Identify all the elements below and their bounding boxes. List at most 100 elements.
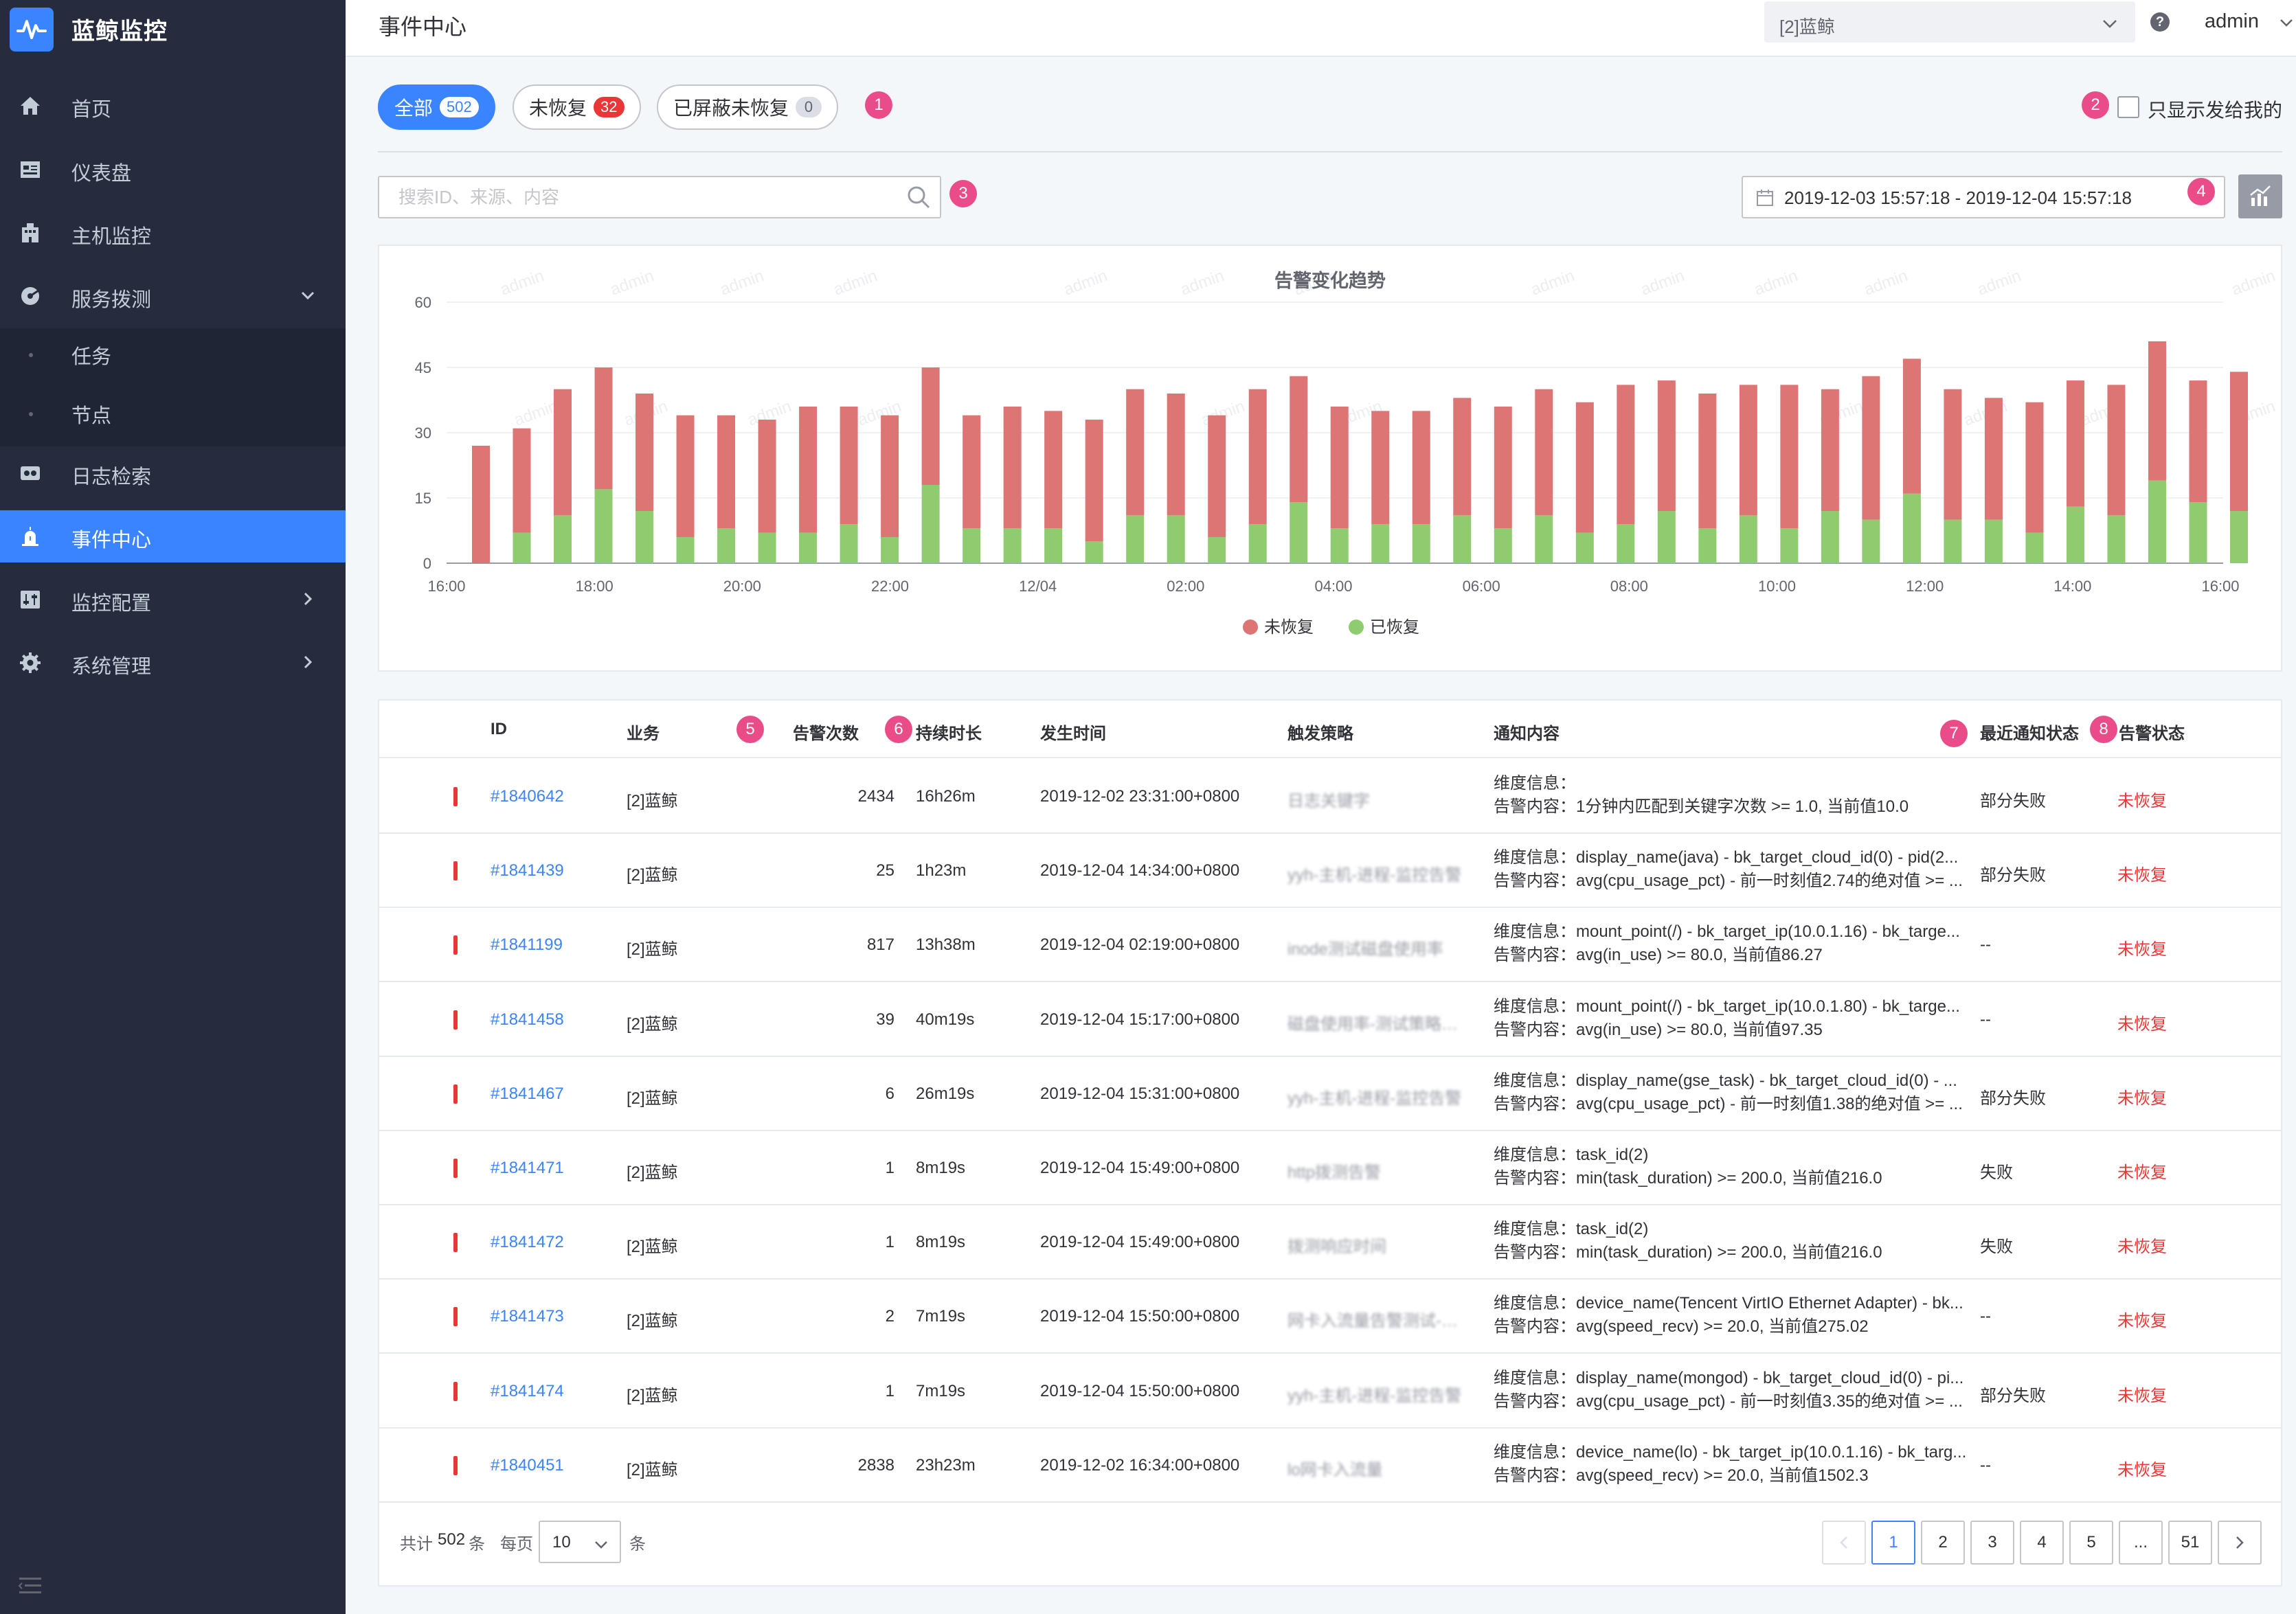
help-icon[interactable]: ? — [2150, 12, 2170, 32]
event-id-link[interactable]: #1841199 — [491, 935, 563, 955]
business-cell: [2]蓝鲸 — [627, 1460, 678, 1479]
watermark: admin — [1752, 266, 1801, 299]
policy-cell[interactable]: 拨测响应时间 — [1287, 1233, 1466, 1257]
sidebar-item-monitor-config[interactable]: 监控配置 — [0, 573, 346, 626]
sidebar-item-event-center[interactable]: 事件中心 — [0, 510, 346, 562]
sidebar-subitem-tasks[interactable]: 任务 — [0, 328, 346, 387]
logo-icon — [10, 7, 54, 52]
table-row[interactable]: #1841199 [2]蓝鲸 817 13h38m 2019-12-04 02:19:0… — [379, 908, 2281, 983]
chart-toggle-button[interactable] — [2238, 174, 2282, 218]
time-cell: 2019-12-02 16:34:00+0800 — [1040, 1455, 1240, 1475]
tab-label: 已屏蔽未恢复 — [673, 98, 789, 119]
column-header[interactable]: 告警次数 — [793, 720, 859, 744]
policy-cell[interactable]: yyh-主机-进程-监控告警 — [1287, 1084, 1466, 1109]
page-button[interactable]: 51 — [2168, 1521, 2212, 1565]
sidebar-item-home[interactable]: 首页 — [0, 80, 346, 132]
search-icon[interactable] — [905, 184, 932, 210]
alarm-status-cell: 未恢复 — [2117, 866, 2167, 885]
event-id-link[interactable]: #1841474 — [491, 1382, 564, 1401]
bar-unrecovered — [1739, 385, 1757, 516]
user-menu[interactable]: admin — [2205, 10, 2259, 33]
date-range-picker[interactable]: 2019-12-03 15:57:18 - 2019-12-04 15:57:1… — [1742, 176, 2225, 218]
column-header[interactable]: 最近通知状态 — [1980, 720, 2079, 744]
column-header[interactable]: 告警状态 — [2119, 720, 2185, 744]
duration-cell: 40m19s — [916, 1010, 975, 1029]
column-header[interactable]: 持续时长 — [916, 720, 982, 744]
business-cell: [2]蓝鲸 — [627, 1386, 678, 1405]
sidebar-item-service-probe[interactable]: 服务拨测 — [0, 270, 346, 322]
step-marker: 6 — [885, 716, 912, 743]
policy-cell[interactable]: lo网卡入流量 — [1287, 1456, 1466, 1480]
sidebar-item-system-admin[interactable]: 系统管理 — [0, 637, 346, 689]
only-mine-checkbox[interactable] — [2117, 96, 2139, 118]
event-id-link[interactable]: #1841467 — [491, 1084, 564, 1104]
table-row[interactable]: #1840642 [2]蓝鲸 2434 16h26m 2019-12-02 23:31:… — [379, 760, 2281, 834]
page-button[interactable]: 4 — [2020, 1521, 2064, 1565]
search-input[interactable] — [378, 176, 941, 218]
column-header[interactable]: 业务 — [627, 720, 660, 744]
table-row[interactable]: #1841472 [2]蓝鲸 1 8m19s 2019-12-04 15:49:00+0… — [379, 1205, 2281, 1280]
column-header[interactable]: 通知内容 — [1494, 720, 1560, 744]
event-id-link[interactable]: #1841472 — [491, 1233, 564, 1252]
page-button[interactable]: 1 — [1871, 1521, 1915, 1565]
business-cell: [2]蓝鲸 — [627, 1089, 678, 1108]
sidebar-subitem-nodes[interactable]: 节点 — [0, 387, 346, 446]
only-mine-label[interactable]: 只显示发给我的 — [2148, 95, 2282, 123]
sidebar-item-log-search[interactable]: 日志检索 — [0, 447, 346, 499]
business-select[interactable]: [2]蓝鲸 — [1764, 1, 2135, 43]
event-id-link[interactable]: #1840642 — [491, 787, 564, 806]
event-id-link[interactable]: #1840451 — [491, 1456, 564, 1475]
alarm-status-cell: 未恢复 — [2117, 1312, 2167, 1331]
table-row[interactable]: #1841439 [2]蓝鲸 25 1h23m 2019-12-04 14:34:00+… — [379, 834, 2281, 909]
event-id-link[interactable]: #1841458 — [491, 1010, 564, 1030]
tab-all[interactable]: 全部 502 — [378, 84, 495, 130]
page-size-select[interactable]: 10 — [539, 1521, 621, 1563]
app-name: 蓝鲸监控 — [71, 19, 168, 45]
time-cell: 2019-12-02 23:31:00+0800 — [1040, 787, 1240, 806]
tab-unrecovered[interactable]: 未恢复 32 — [513, 84, 641, 130]
table-row[interactable]: #1841458 [2]蓝鲸 39 40m19s 2019-12-04 15:17:00… — [379, 983, 2281, 1057]
policy-cell[interactable]: 网卡入流量告警测试-bond — [1287, 1307, 1466, 1331]
sidebar-item-host-monitor[interactable]: 主机监控 — [0, 207, 346, 259]
step-marker: 1 — [865, 91, 892, 119]
collapse-sidebar-icon[interactable] — [18, 1576, 43, 1596]
policy-cell[interactable]: 日志关键字 — [1287, 787, 1466, 811]
next-page-button[interactable] — [2218, 1521, 2262, 1565]
bar-recovered — [799, 532, 818, 563]
calendar-icon — [1757, 190, 1773, 206]
chevron-down-icon[interactable] — [2277, 14, 2295, 32]
event-id-link[interactable]: #1841471 — [491, 1159, 564, 1178]
table-row[interactable]: #1841467 [2]蓝鲸 6 26m19s 2019-12-04 15:31:00+… — [379, 1057, 2281, 1131]
event-id-link[interactable]: #1841473 — [491, 1307, 564, 1326]
bar-recovered — [635, 511, 654, 563]
policy-cell[interactable]: 磁盘使用率-测试策略告警 — [1287, 1010, 1466, 1034]
y-tick-label: 0 — [423, 555, 431, 572]
column-header[interactable]: ID — [491, 720, 507, 739]
chevron-down-icon — [595, 1541, 607, 1549]
event-id-link[interactable]: #1841439 — [491, 861, 564, 880]
policy-cell[interactable]: http拨测告警 — [1287, 1159, 1466, 1183]
policy-cell[interactable]: yyh-主机-进程-监控告警 — [1287, 861, 1466, 885]
page-size-value: 10 — [552, 1533, 571, 1552]
page-button[interactable]: 2 — [1921, 1521, 1965, 1565]
page-button[interactable]: 5 — [2069, 1521, 2113, 1565]
policy-cell[interactable]: inode测试磁盘使用率 — [1287, 935, 1466, 959]
chevron-right-icon — [2236, 1536, 2244, 1549]
table-row[interactable]: #1841474 [2]蓝鲸 1 7m19s 2019-12-04 15:50:00+0… — [379, 1354, 2281, 1429]
sidebar-item-dashboard[interactable]: 仪表盘 — [0, 144, 346, 196]
bar-recovered — [840, 524, 858, 563]
alarm-count-cell: 817 — [866, 935, 894, 955]
sidebar-item-label: 事件中心 — [71, 530, 152, 552]
prev-page-button[interactable] — [1822, 1521, 1866, 1565]
bar-unrecovered — [1780, 385, 1799, 529]
table-row[interactable]: #1841471 [2]蓝鲸 1 8m19s 2019-12-04 15:49:00+0… — [379, 1131, 2281, 1205]
tab-shielded-unrecovered[interactable]: 已屏蔽未恢复 0 — [657, 84, 839, 130]
column-header[interactable]: 发生时间 — [1040, 720, 1106, 744]
table-row[interactable]: #1841473 [2]蓝鲸 2 7m19s 2019-12-04 15:50:00+0… — [379, 1280, 2281, 1354]
column-header[interactable]: 触发策略 — [1287, 720, 1353, 744]
bar-recovered — [881, 537, 899, 563]
page-button[interactable]: 3 — [1970, 1521, 2014, 1565]
table-row[interactable]: #1840451 [2]蓝鲸 2838 23h23m 2019-12-02 16:34:… — [379, 1429, 2281, 1503]
page-ellipsis[interactable]: ... — [2119, 1521, 2163, 1565]
policy-cell[interactable]: yyh-主机-进程-监控告警 — [1287, 1382, 1466, 1406]
